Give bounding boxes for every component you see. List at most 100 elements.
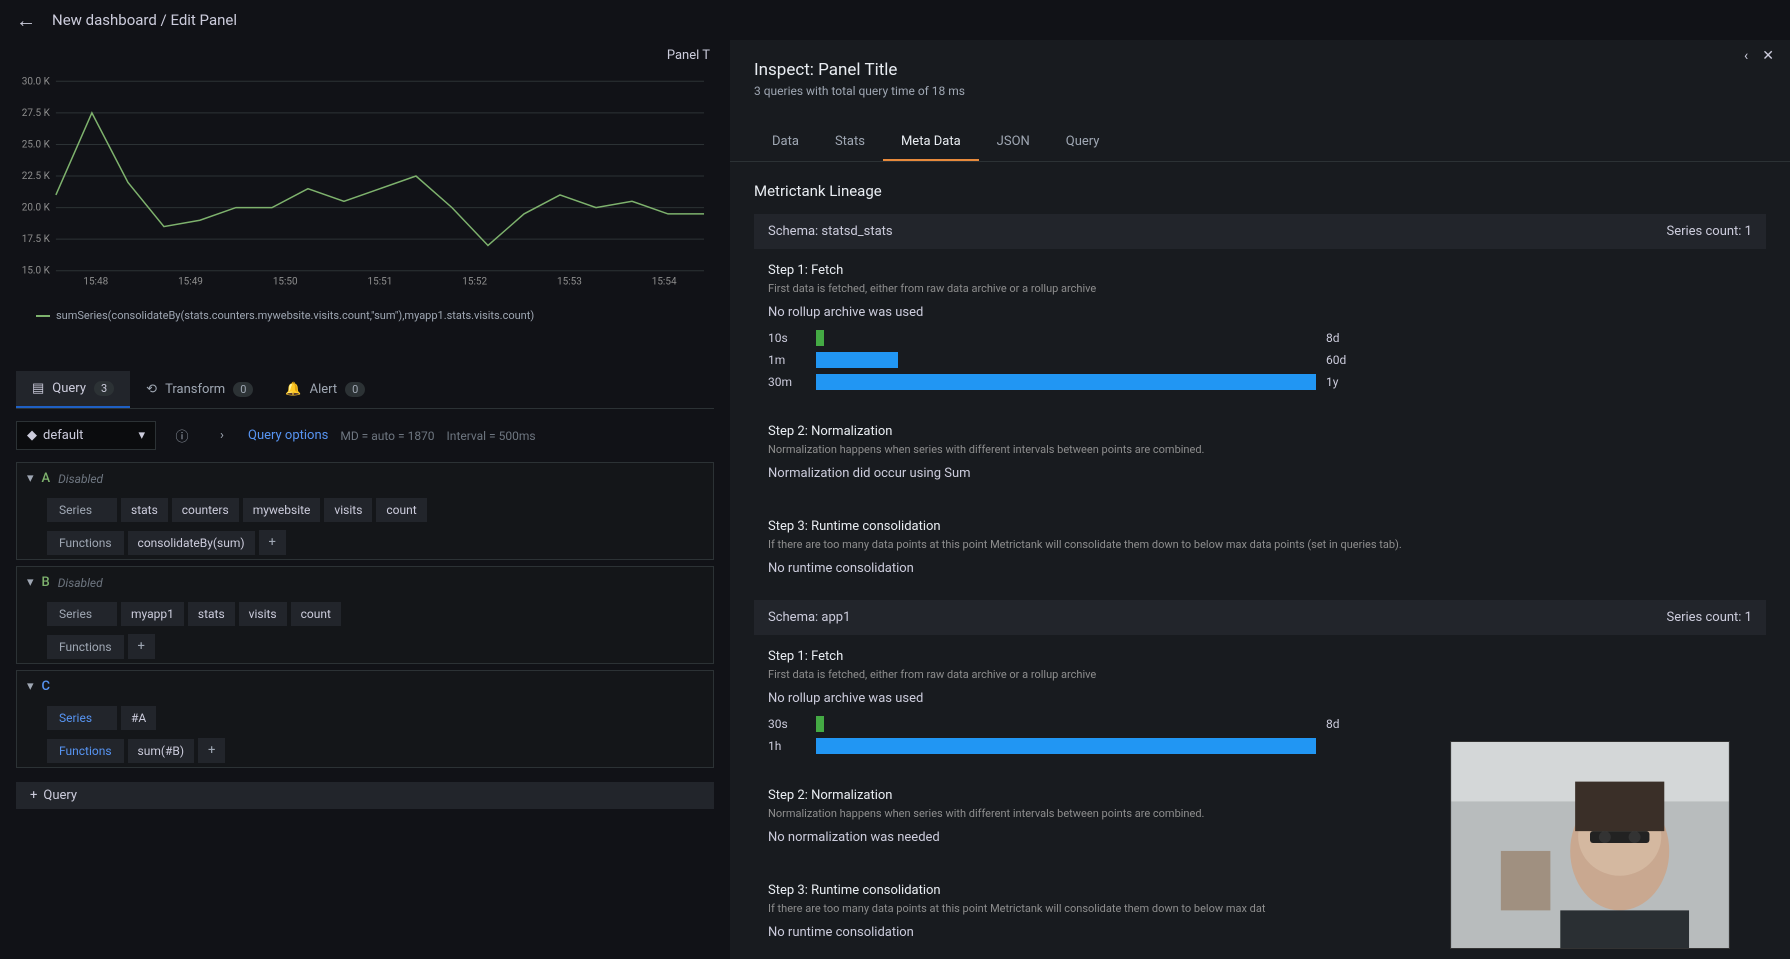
schema-name: Schema: statsd_stats bbox=[768, 224, 893, 239]
functions-label: Functions bbox=[47, 635, 124, 659]
series-seg[interactable]: mywebsite bbox=[243, 498, 321, 522]
retention-bar: 30m 1y bbox=[768, 374, 1752, 390]
retention-bar: 1m60d bbox=[768, 352, 1752, 368]
bar-retention: 1y bbox=[1326, 375, 1338, 389]
series-seg[interactable]: stats bbox=[121, 498, 168, 522]
chevron-down-icon[interactable]: ▾ bbox=[27, 471, 34, 486]
step-title: Step 1: Fetch bbox=[768, 263, 1752, 278]
series-label: Series bbox=[47, 602, 117, 626]
add-function-button[interactable]: + bbox=[128, 634, 155, 659]
svg-text:15:51: 15:51 bbox=[368, 277, 393, 288]
tab-alert[interactable]: 🔔 Alert 0 bbox=[269, 371, 381, 408]
series-label: Series bbox=[47, 498, 117, 522]
chevron-down-icon[interactable]: ▾ bbox=[27, 575, 34, 590]
svg-text:15.0 K: 15.0 K bbox=[22, 266, 51, 277]
svg-text:27.5 K: 27.5 K bbox=[22, 108, 51, 119]
help-icon[interactable]: ⓘ bbox=[168, 422, 196, 450]
prev-icon[interactable]: ‹ bbox=[1744, 48, 1748, 64]
step-message: No rollup archive was used bbox=[768, 691, 1752, 706]
inspect-tab-stats[interactable]: Stats bbox=[817, 124, 883, 161]
bar-retention: 8d bbox=[1326, 717, 1340, 731]
add-function-button[interactable]: + bbox=[259, 530, 286, 555]
series-seg[interactable]: count bbox=[291, 602, 341, 626]
retention-bar: 10s 8d bbox=[768, 330, 1752, 346]
bar-retention: 60d bbox=[1326, 353, 1346, 367]
legend-label: sumSeries(consolidateBy(stats.counters.m… bbox=[56, 309, 534, 322]
step-title: Step 2: Normalization bbox=[768, 424, 1752, 439]
chart[interactable]: 30.0 K27.5 K25.0 K22.5 K20.0 K17.5 K15.0… bbox=[16, 71, 714, 351]
query-meta-interval: Interval = 500ms bbox=[447, 429, 536, 443]
step-message: No runtime consolidation bbox=[768, 561, 1752, 576]
series-seg[interactable]: #A bbox=[121, 706, 156, 730]
series-seg[interactable]: stats bbox=[188, 602, 235, 626]
chevron-down-icon: ▾ bbox=[138, 428, 145, 443]
function-seg[interactable]: sum(#B) bbox=[128, 739, 194, 763]
svg-text:15:48: 15:48 bbox=[83, 277, 108, 288]
breadcrumb: New dashboard / Edit Panel bbox=[52, 11, 237, 29]
database-icon: ▤ bbox=[32, 381, 44, 396]
series-seg[interactable]: count bbox=[376, 498, 426, 522]
panel-title: Panel T bbox=[16, 40, 714, 71]
query-letter: B bbox=[42, 575, 50, 590]
functions-label: Functions bbox=[47, 531, 124, 555]
series-seg[interactable]: visits bbox=[239, 602, 287, 626]
close-icon[interactable]: ✕ bbox=[1762, 48, 1774, 64]
retention-bar: 30s8d bbox=[768, 716, 1752, 732]
bar-retention: 8d bbox=[1326, 331, 1340, 345]
svg-text:15:54: 15:54 bbox=[652, 277, 677, 288]
svg-text:25.0 K: 25.0 K bbox=[22, 139, 51, 150]
inspect-tab-json[interactable]: JSON bbox=[979, 124, 1048, 161]
bar-interval: 10s bbox=[768, 331, 806, 345]
plus-icon: + bbox=[30, 788, 37, 803]
series-count: Series count: 1 bbox=[1666, 224, 1752, 239]
tab-count: 3 bbox=[94, 381, 114, 396]
inspect-tab-data[interactable]: Data bbox=[754, 124, 817, 161]
inspect-tab-meta[interactable]: Meta Data bbox=[883, 124, 979, 161]
tab-query[interactable]: ▤ Query 3 bbox=[16, 371, 130, 408]
tab-count: 0 bbox=[233, 382, 253, 397]
series-count: Series count: 1 bbox=[1666, 610, 1752, 625]
bar-interval: 30m bbox=[768, 375, 806, 389]
tab-label: Alert bbox=[310, 382, 338, 397]
lineage-title: Metrictank Lineage bbox=[754, 182, 1766, 200]
series-label: Series bbox=[47, 706, 117, 730]
step-message: Normalization did occur using Sum bbox=[768, 466, 1752, 481]
svg-text:15:52: 15:52 bbox=[462, 277, 487, 288]
function-seg[interactable]: consolidateBy(sum) bbox=[128, 531, 255, 555]
step-desc: First data is fetched, either from raw d… bbox=[768, 668, 1752, 681]
inspect-title: Inspect: Panel Title bbox=[754, 60, 1766, 80]
step-title: Step 1: Fetch bbox=[768, 649, 1752, 664]
query-options-link[interactable]: Query options bbox=[248, 428, 328, 443]
webcam-overlay bbox=[1450, 741, 1730, 949]
schema-header: Schema: statsd_stats Series count: 1 bbox=[754, 214, 1766, 249]
step-desc: If there are too many data points at thi… bbox=[768, 538, 1752, 551]
add-query-button[interactable]: + Query bbox=[16, 782, 714, 809]
schema-name: Schema: app1 bbox=[768, 610, 850, 625]
step-desc: Normalization happens when series with d… bbox=[768, 443, 1752, 456]
schema-header: Schema: app1 Series count: 1 bbox=[754, 600, 1766, 635]
back-arrow-icon[interactable]: ← bbox=[16, 8, 36, 33]
query-meta-md: MD = auto = 1870 bbox=[340, 429, 434, 443]
series-seg[interactable]: myapp1 bbox=[121, 602, 184, 626]
step-message: No rollup archive was used bbox=[768, 305, 1752, 320]
svg-text:15:50: 15:50 bbox=[273, 277, 298, 288]
add-query-label: Query bbox=[43, 788, 77, 803]
disabled-label: Disabled bbox=[58, 576, 103, 590]
series-seg[interactable]: visits bbox=[324, 498, 372, 522]
chart-legend: sumSeries(consolidateBy(stats.counters.m… bbox=[16, 305, 714, 326]
add-function-button[interactable]: + bbox=[198, 738, 225, 763]
datasource-select[interactable]: ◆ default ▾ bbox=[16, 421, 156, 450]
query-block-b: ▾ B Disabled Series myapp1 stats visits … bbox=[16, 566, 714, 664]
chevron-down-icon[interactable]: ▾ bbox=[27, 679, 34, 694]
svg-text:15:49: 15:49 bbox=[178, 277, 203, 288]
bell-icon: 🔔 bbox=[285, 382, 301, 397]
inspect-tab-query[interactable]: Query bbox=[1048, 124, 1118, 161]
step-desc: First data is fetched, either from raw d… bbox=[768, 282, 1752, 295]
svg-text:15:53: 15:53 bbox=[557, 277, 582, 288]
bar-interval: 1h bbox=[768, 739, 806, 753]
chevron-right-icon[interactable]: › bbox=[208, 422, 236, 450]
transform-icon: ⟲ bbox=[146, 382, 157, 397]
svg-text:22.5 K: 22.5 K bbox=[22, 171, 51, 182]
series-seg[interactable]: counters bbox=[172, 498, 239, 522]
tab-transform[interactable]: ⟲ Transform 0 bbox=[130, 371, 269, 408]
